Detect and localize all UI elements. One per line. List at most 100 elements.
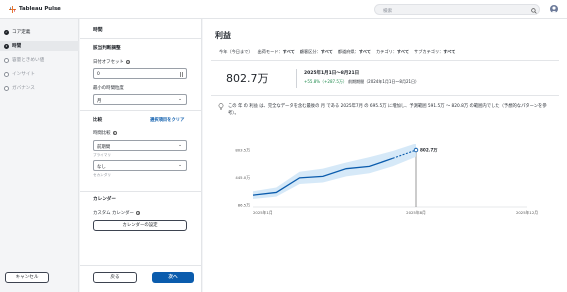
filter-item[interactable]: 都道府県：すべて [338,49,371,55]
search-input[interactable]: 検索 [374,4,540,15]
date-offset-field[interactable]: 0 [93,68,187,79]
delta-value: +55.8%（+287.5万） [304,79,347,84]
offset-label: 日付オフセット i [93,59,131,65]
custom-calendar-label: カスタム カレンダー i [93,210,141,216]
granularity-select[interactable]: 月 ⌄ [93,94,187,105]
date-range: 2025年1月1日～8月21日 [304,71,360,76]
primary-sublabel: プライマリ [93,153,111,157]
search-icon [531,7,537,14]
time-config-panel: 時間 該当判断調整 日付オフセット i 0 最小の時間粒度 月 ⌄ 比較 選択項… [80,19,202,292]
filter-item[interactable]: カテゴリ：すべて [376,49,409,55]
chevron-down-icon: ⌄ [178,163,182,168]
calendar-heading: カレンダー [93,197,116,202]
info-icon[interactable]: i [112,130,118,136]
chevron-down-icon: ⌄ [178,143,182,148]
step-label: インサイト [12,72,35,77]
step-volume-threshold[interactable]: 容量ときめい値 [4,55,44,65]
search-placeholder: 検索 [383,8,393,14]
step-core-definition[interactable]: ✓ コア定義 [4,27,30,37]
y-tick-label: 86.5万 [238,203,250,208]
y-tick-label: 445.0万 [235,175,250,180]
filter-item[interactable]: サブカテゴリ：すべて [414,49,455,55]
back-button[interactable]: 戻る [93,272,137,283]
next-button[interactable]: 次へ [152,272,194,283]
filter-name: カテゴリ [375,49,393,54]
endpoint-label: 802.7万 [420,147,438,154]
pending-step-icon [4,71,9,77]
metric-title: 利益 [215,31,231,40]
offset-label-text: 日付オフセット [93,60,124,65]
x-tick-label: 2025年8月 [406,210,426,215]
current-step-icon: 2 [4,43,9,49]
filter-item[interactable]: 顧客区分：すべて [300,49,333,55]
divider [80,38,202,39]
secondary-compare-select[interactable]: なし ⌄ [93,160,187,171]
step-label: 時間 [12,44,22,49]
tableau-logo-icon [9,6,16,13]
comparison-text: +55.8%（+287.5万） 前期期間（2024年1月1日～8月21日） [304,79,419,85]
step-label: コア定義 [12,30,31,35]
insight-text: この 年 の 利益 は、完全なデータを含む最後の 月 である 2025年7月 の… [228,104,547,116]
lightbulb-icon [218,103,224,110]
info-icon[interactable]: i [125,59,131,65]
filter-value: すべて [396,49,410,54]
metric-preview: 利益 今年（今日まで） 出荷モード：すべて 顧客区分：すべて 都道府県：すべて … [203,19,567,292]
step-insights[interactable]: インサイト [4,69,35,79]
pending-step-icon [4,85,9,91]
stepper-icon[interactable] [180,71,183,77]
calendar-settings-button[interactable]: カレンダーの設定 [93,220,187,231]
x-tick-label: 2025年12月 [516,210,538,215]
avatar[interactable] [550,5,558,13]
filter-value: すべて [320,49,333,54]
time-compare-label-text: 時間比較 [93,131,111,136]
filter-bar: 今年（今日まで） 出荷モード：すべて 顧客区分：すべて 都道府県：すべて カテゴ… [219,49,455,55]
info-icon[interactable]: i [135,210,141,216]
metric-value: 802.7万 [226,72,269,85]
clear-selection-link[interactable]: 選択項目をクリア [150,117,184,123]
search-area: 検索 [374,4,565,15]
forecast-band [253,144,416,199]
divider [296,69,297,88]
user-avatar-icon [550,6,558,13]
y-tick-label: 803.5万 [235,148,250,153]
compare-heading: 比較 [93,118,103,123]
chevron-down-icon: ⌄ [178,97,182,102]
divider [80,191,202,192]
filter-name: 出荷モード [257,49,279,54]
filter-name: サブカテゴリ [414,49,440,54]
filter-item[interactable]: 今年（今日まで） [219,49,253,55]
panel-title: 時間 [93,28,103,33]
divider [211,60,559,61]
step-label: 容量ときめい値 [12,58,45,63]
custom-calendar-label-text: カスタム カレンダー [93,211,134,216]
filter-name: 今年（今日まで） [219,49,253,54]
check-icon: ✓ [4,29,9,35]
divider [80,110,202,111]
step-governance[interactable]: ガバナンス [4,83,35,93]
date-offset-value: 0 [97,71,100,77]
endpoint-marker [413,147,419,153]
metric-line-chart: 802.7万 803.5万 445.0万 86.5万2025年1月 2025年8月 202… [235,144,538,215]
filter-name: 都道府県 [337,49,355,54]
cancel-button[interactable]: キャンセル [5,272,49,283]
x-tick-label: 2025年1月 [253,210,273,215]
preview-card: 利益 今年（今日まで） 出荷モード：すべて 顧客区分：すべて 都道府県：すべて … [203,19,567,292]
section-heading: 該当判断調整 [93,46,121,51]
secondary-compare-value: なし [97,164,106,170]
filter-item[interactable]: 出荷モード：すべて [258,49,295,55]
delta-period: 前期期間（2024年1月1日～8月21日） [346,79,420,84]
secondary-sublabel: セカンダリ [93,173,111,177]
time-compare-label: 時間比較 i [93,130,118,136]
chevron-down-icon[interactable]: ⌄ [55,6,59,12]
primary-compare-value: 前期間 [97,144,111,150]
primary-compare-select[interactable]: 前期間 ⌄ [93,140,187,151]
top-bar: Tableau Pulse ⌄ 検索 [0,0,567,19]
filter-value: すべて [282,49,295,54]
step-time[interactable]: 2 時間 [0,41,79,51]
granularity-value: 月 [97,98,102,104]
step-navigation: ✓ コア定義 2 時間 容量ときめい値 インサイト ガバナンス [0,19,79,292]
filter-name: 顧客区分 [299,49,317,54]
step-label: ガバナンス [12,86,35,91]
pending-step-icon [4,57,9,63]
granularity-label: 最小の時間粒度 [93,86,124,91]
